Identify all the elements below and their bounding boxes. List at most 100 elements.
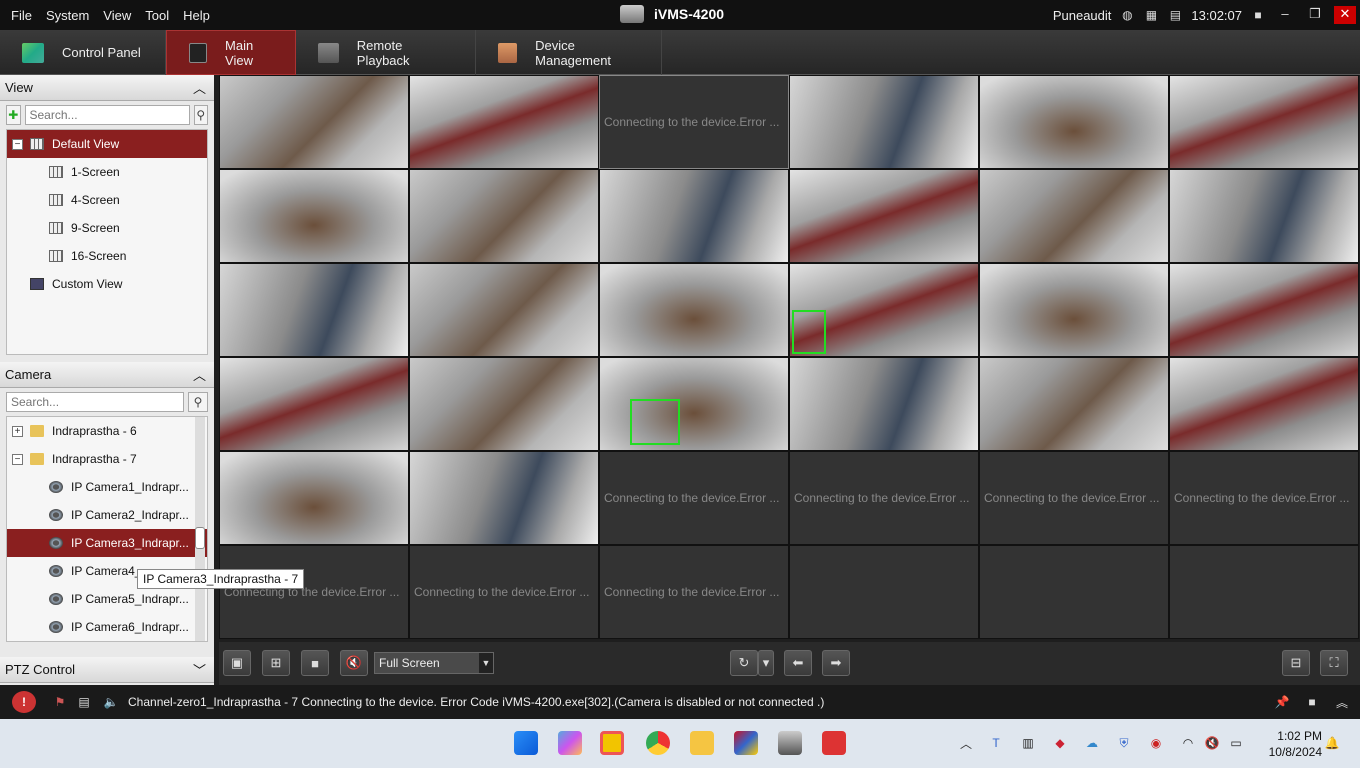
camera-search-button[interactable]: ⚲ xyxy=(188,392,208,412)
file-explorer-icon[interactable] xyxy=(690,731,714,755)
video-tile[interactable] xyxy=(1169,169,1359,263)
ptz-panel-header[interactable]: PTZ Control ﹀ xyxy=(0,657,214,683)
video-tile[interactable] xyxy=(219,357,409,451)
ivms-icon[interactable] xyxy=(778,731,802,755)
collapse-up-icon[interactable]: ︿ xyxy=(193,78,206,97)
tray-app-icon[interactable]: ▥ xyxy=(1020,735,1036,751)
audio-icon[interactable]: 🔈 xyxy=(103,694,119,710)
video-tile[interactable] xyxy=(979,263,1169,357)
collapse-up-icon[interactable]: ︿ xyxy=(193,365,206,384)
stop-all-icon[interactable]: ■ xyxy=(301,650,329,676)
screen-mode-select[interactable]: Full Screen ▼ xyxy=(374,652,494,674)
video-tile[interactable] xyxy=(979,169,1169,263)
taskbar-clock[interactable]: 1:02 PM 10/8/2024 xyxy=(1269,728,1322,760)
previous-page-icon[interactable]: ⬅ xyxy=(784,650,812,676)
window-icon[interactable]: ■ xyxy=(1304,694,1320,710)
video-tile[interactable] xyxy=(789,263,979,357)
tree-item-1-screen[interactable]: 1-Screen xyxy=(7,158,207,186)
view-search-button[interactable]: ⚲ xyxy=(193,105,208,125)
tree-item-16-screen[interactable]: 16-Screen xyxy=(7,242,207,270)
video-tile[interactable] xyxy=(409,169,599,263)
video-tile-empty[interactable] xyxy=(1169,545,1359,639)
volume-muted-icon[interactable]: 🔇 xyxy=(1204,735,1220,751)
wifi-icon[interactable]: ◠ xyxy=(1180,735,1196,751)
video-tile[interactable] xyxy=(599,263,789,357)
camera-panel-header[interactable]: Camera ︿ xyxy=(0,362,214,388)
video-tile-empty[interactable] xyxy=(979,545,1169,639)
lock-icon[interactable]: ■ xyxy=(1250,7,1266,23)
notification-bell-icon[interactable]: 🔔 xyxy=(1324,735,1340,751)
tree-item-camera6[interactable]: IP Camera6_Indrapr... xyxy=(7,613,207,641)
window-division-icon[interactable]: ⊞ xyxy=(262,650,290,676)
pin-icon[interactable]: 📌 xyxy=(1274,694,1290,710)
tree-item-9-screen[interactable]: 9-Screen xyxy=(7,214,207,242)
menu-system[interactable]: System xyxy=(39,8,96,23)
wps-office-icon[interactable] xyxy=(822,731,846,755)
tab-device-management[interactable]: Device Management xyxy=(476,30,662,75)
video-tile[interactable] xyxy=(789,75,979,169)
tree-item-indraprastha-6[interactable]: + Indraprastha - 6 xyxy=(7,417,207,445)
expand-toggle-icon[interactable]: + xyxy=(12,425,23,437)
tree-item-custom-view[interactable]: Custom View xyxy=(7,270,207,298)
scrollbar-thumb[interactable] xyxy=(195,527,205,549)
maximize-button[interactable]: ❐ xyxy=(1304,6,1326,24)
video-tile-error[interactable]: Connecting to the device.Error ... xyxy=(599,545,789,639)
video-tile[interactable] xyxy=(219,263,409,357)
video-tile[interactable] xyxy=(599,169,789,263)
fullscreen-icon[interactable]: ⛶ xyxy=(1320,650,1348,676)
video-tile[interactable] xyxy=(409,357,599,451)
next-page-icon[interactable]: ➡ xyxy=(822,650,850,676)
video-tile[interactable] xyxy=(1169,263,1359,357)
video-tile-error[interactable]: Connecting to the device.Error ... xyxy=(789,451,979,545)
view-search-input[interactable] xyxy=(24,105,190,125)
tree-item-default-view[interactable]: − Default View xyxy=(7,130,207,158)
ram-icon[interactable]: ▤ xyxy=(1167,7,1183,23)
save-view-icon[interactable]: ▣ xyxy=(223,650,251,676)
tab-remote-playback[interactable]: Remote Playback xyxy=(296,30,476,75)
tray-chevron-icon[interactable]: ︿ xyxy=(958,735,974,751)
video-tile[interactable] xyxy=(409,263,599,357)
expand-down-icon[interactable]: ﹀ xyxy=(193,660,206,679)
tree-item-camera1[interactable]: IP Camera1_Indrapr... xyxy=(7,473,207,501)
add-view-button[interactable]: ✚ xyxy=(6,105,21,125)
refresh-dropdown-icon[interactable]: ▾ xyxy=(758,650,774,676)
close-button[interactable]: ✕ xyxy=(1334,6,1356,24)
tree-item-4-screen[interactable]: 4-Screen xyxy=(7,186,207,214)
collapse-toggle-icon[interactable]: − xyxy=(12,453,23,465)
camera-tree-scrollbar[interactable] xyxy=(195,417,205,641)
video-tile[interactable] xyxy=(1169,357,1359,451)
onedrive-icon[interactable]: ☁ xyxy=(1084,735,1100,751)
video-tile-error[interactable]: Connecting to the device.Error ... xyxy=(409,545,599,639)
video-tile-error[interactable]: Connecting to the device.Error ... xyxy=(1169,451,1359,545)
video-tile-empty[interactable] xyxy=(789,545,979,639)
menu-tool[interactable]: Tool xyxy=(138,8,176,23)
paint-icon[interactable] xyxy=(734,731,758,755)
video-tile-error[interactable]: Connecting to the device.Error ... xyxy=(219,545,409,639)
globe-icon[interactable]: ◍ xyxy=(1119,7,1135,23)
teams-icon[interactable]: T xyxy=(988,735,1004,751)
alarm-icon[interactable]: ⚑ xyxy=(52,694,68,710)
security-shield-icon[interactable]: ⛨ xyxy=(1116,735,1132,751)
video-tile[interactable] xyxy=(599,357,789,451)
video-tile[interactable] xyxy=(979,75,1169,169)
video-tile[interactable] xyxy=(1169,75,1359,169)
sticky-notes-icon[interactable] xyxy=(600,731,624,755)
video-tile[interactable] xyxy=(219,451,409,545)
camera-search-input[interactable] xyxy=(6,392,184,412)
copilot-icon[interactable] xyxy=(558,731,582,755)
menu-help[interactable]: Help xyxy=(176,8,217,23)
tree-item-camera5[interactable]: IP Camera5_Indrapr... xyxy=(7,585,207,613)
expand-up-icon[interactable]: ︽ xyxy=(1334,694,1350,710)
video-tile-error[interactable]: Connecting to the device.Error ... xyxy=(599,451,789,545)
start-menu-icon[interactable] xyxy=(514,731,538,755)
tray-paint-icon[interactable]: ◆ xyxy=(1052,735,1068,751)
tree-item-indraprastha-7[interactable]: − Indraprastha - 7 xyxy=(7,445,207,473)
warning-icon[interactable]: ! xyxy=(12,691,36,713)
layout-menu-icon[interactable]: ⊟ xyxy=(1282,650,1310,676)
collapse-toggle-icon[interactable]: − xyxy=(12,138,23,150)
minimize-button[interactable]: – xyxy=(1274,6,1296,24)
dropdown-arrow-icon[interactable]: ▼ xyxy=(479,653,493,673)
event-icon[interactable]: ▤ xyxy=(76,694,92,710)
tab-main-view[interactable]: Main View xyxy=(166,30,296,75)
video-tile[interactable] xyxy=(789,169,979,263)
